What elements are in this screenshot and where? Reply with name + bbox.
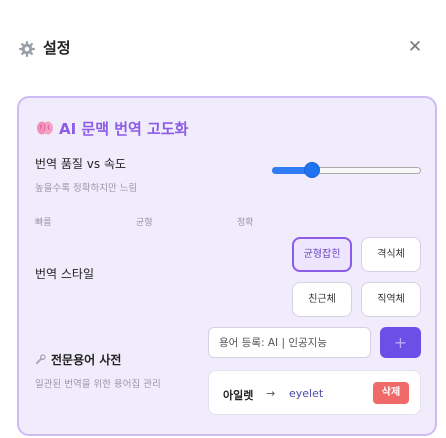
ai-translation-panel: AI 문맥 번역 고도화 번역 품질 vs 속도 높을수록 정확하지만 느림 빠… xyxy=(17,96,437,436)
glossary-hint: 일관된 번역을 위한 용어집 관리 xyxy=(35,379,161,390)
slider-thumb[interactable] xyxy=(304,162,321,178)
panel-title-text: AI 문맥 번역 고도화 xyxy=(59,120,189,138)
scale-label-balanced: 균형 xyxy=(136,218,153,228)
delete-term-button[interactable]: 삭제 xyxy=(373,382,409,404)
style-option-formal[interactable]: 격식체 xyxy=(361,237,421,272)
style-option-casual[interactable]: 친근체 xyxy=(292,282,352,317)
quality-speed-slider[interactable] xyxy=(272,162,421,178)
quality-speed-hint: 높을수록 정확하지만 느림 xyxy=(35,183,138,194)
settings-title: 설정 xyxy=(43,39,71,57)
panel-title: AI 문맥 번역 고도화 xyxy=(37,118,188,139)
add-term-button[interactable]: + xyxy=(380,327,421,358)
glossary-entry: 아일렛 → eyelet 삭제 xyxy=(208,370,421,415)
term-input[interactable] xyxy=(208,327,371,358)
quality-speed-label: 번역 품질 vs 속도 xyxy=(35,157,127,171)
glossary-label-text: 전문용어 사전 xyxy=(51,353,122,367)
scale-label-accurate: 정확 xyxy=(237,218,254,228)
arrow-icon: → xyxy=(266,387,276,400)
style-option-literal[interactable]: 직역체 xyxy=(361,282,421,317)
close-icon[interactable]: ✕ xyxy=(405,37,425,57)
term-source: 아일렛 xyxy=(223,389,254,402)
glossary-label: 전문용어 사전 xyxy=(35,351,121,368)
wrench-icon xyxy=(35,354,51,367)
translation-style-label: 번역 스타일 xyxy=(35,267,95,281)
settings-header: 설정 ✕ xyxy=(0,0,446,96)
style-option-balanced[interactable]: 균형잡힌 xyxy=(292,237,352,272)
scale-label-fast: 빠름 xyxy=(35,218,52,228)
gear-icon xyxy=(19,41,35,57)
brain-icon xyxy=(37,121,55,138)
term-target: eyelet xyxy=(289,387,324,400)
